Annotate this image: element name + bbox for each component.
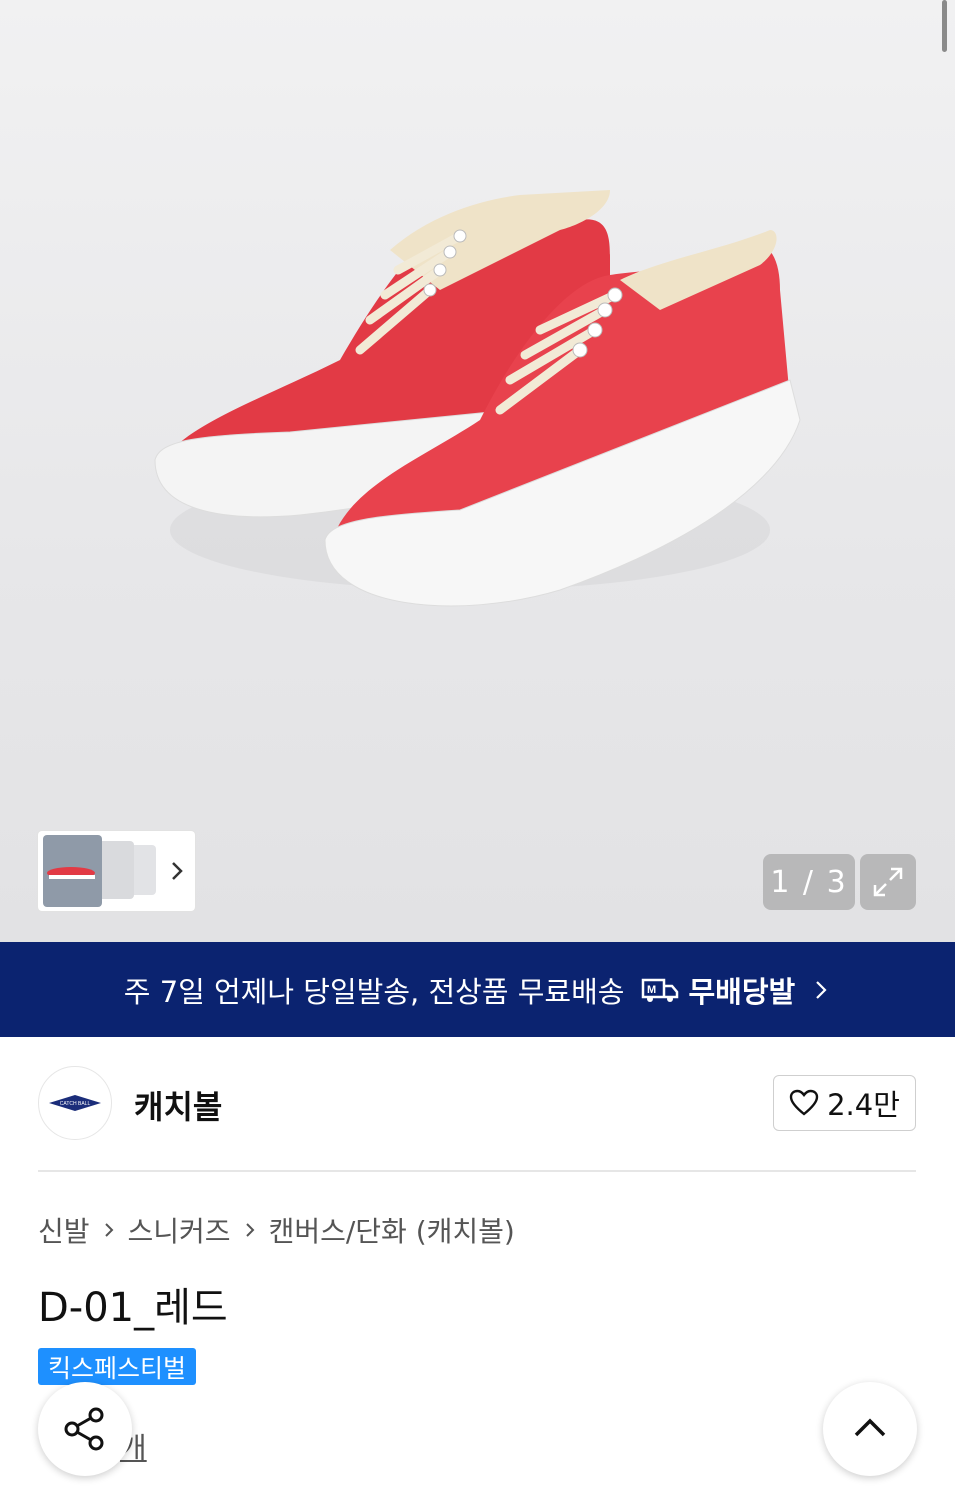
product-image-gallery[interactable]: 1 / 3 — [0, 0, 955, 942]
expand-button[interactable] — [860, 854, 916, 910]
like-button[interactable]: 2.4만 — [773, 1075, 916, 1131]
product-image — [154, 190, 801, 607]
chevron-right-icon[interactable] — [166, 857, 188, 885]
breadcrumb-item-shoes[interactable]: 신발 — [38, 1210, 90, 1250]
banner-brand-label: 무배당발 — [688, 974, 796, 1009]
share-button[interactable] — [38, 1382, 132, 1476]
banner-brand: M 무배당발 — [640, 969, 795, 1011]
expand-icon — [873, 867, 903, 897]
thumbnail-strip[interactable] — [38, 831, 195, 911]
image-counter: 1 / 3 — [763, 854, 855, 910]
chevron-right-icon — [816, 980, 827, 999]
brand-logo-icon: CATCH BALL — [49, 1095, 101, 1111]
promo-badge: 킥스페스티벌 — [38, 1348, 197, 1385]
like-count: 2.4만 — [827, 1088, 900, 1122]
seller-name[interactable]: 캐치볼 — [134, 1082, 222, 1128]
breadcrumb-item-sneakers[interactable]: 스니커즈 — [128, 1210, 231, 1250]
divider — [38, 1170, 916, 1172]
scroll-to-top-button[interactable] — [823, 1382, 917, 1476]
scrollbar[interactable] — [942, 0, 947, 52]
breadcrumb-item-canvas[interactable]: 캔버스/단화 (캐치볼) — [269, 1210, 515, 1250]
logo-text: CATCH BALL — [60, 1101, 91, 1107]
product-title: D-01_레드 — [38, 1285, 228, 1331]
chevron-up-icon — [854, 1418, 886, 1437]
thumbnail-2[interactable] — [98, 841, 134, 899]
breadcrumb: 신발 스니커즈 캔버스/단화 (캐치볼) — [38, 1210, 515, 1250]
svg-text:M: M — [647, 984, 656, 996]
heart-icon — [789, 1089, 819, 1116]
chevron-right-icon — [245, 1223, 254, 1237]
thumbnail-1[interactable] — [43, 835, 102, 907]
banner-text: 주 7일 언제나 당일발송, 전상품 무료배송 — [123, 974, 625, 1009]
seller-logo[interactable]: CATCH BALL — [38, 1066, 112, 1140]
share-icon — [64, 1407, 104, 1451]
truck-icon: M — [642, 978, 679, 1002]
delivery-banner[interactable]: 주 7일 언제나 당일발송, 전상품 무료배송 M 무배당발 — [0, 942, 955, 1037]
chevron-right-icon — [104, 1223, 113, 1237]
